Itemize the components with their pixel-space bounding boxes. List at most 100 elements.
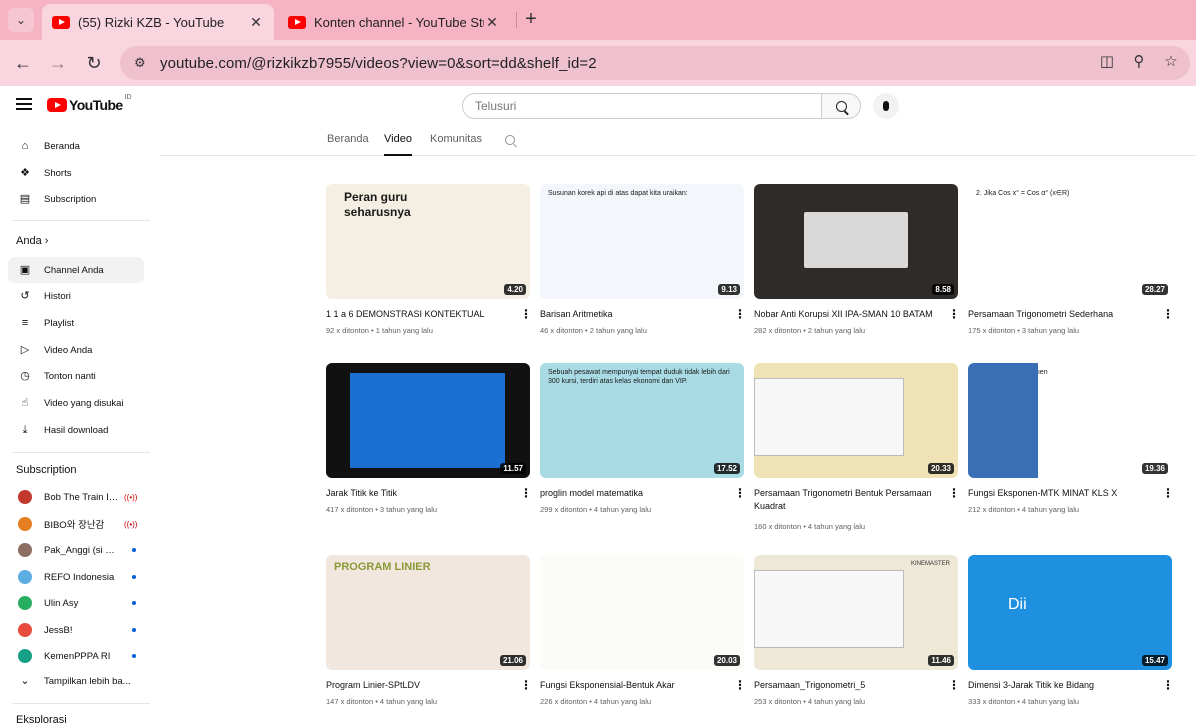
more-options-icon[interactable]: ⋮ — [520, 487, 532, 499]
video-thumbnail[interactable]: KINEMASTER 11.46 — [754, 555, 958, 670]
sidebar-subscription-item[interactable]: REFO Indonesia — [8, 564, 144, 590]
video-title[interactable]: Fungsi Eksponensial-Bentuk Akar — [540, 679, 726, 692]
video-thumbnail[interactable]: 20.33 — [754, 363, 958, 478]
sidebar-item-histori[interactable]: ↺ Histori — [8, 283, 144, 309]
sidebar-explore-heading: Eksplorasi — [16, 714, 67, 723]
video-title[interactable]: Fungsi Eksponen-MTK MINAT KLS X — [968, 487, 1154, 500]
video-views: 333 x ditonton — [968, 697, 1016, 706]
url-text[interactable]: youtube.com/@rizkikzb7955/videos?view=0&… — [160, 55, 597, 72]
video-title[interactable]: Program Linier-SPtLDV — [326, 679, 512, 692]
video-duration-badge: 17.52 — [713, 463, 740, 474]
sidebar-item-tonton-nanti[interactable]: ◷ Tonton nanti — [8, 363, 144, 389]
video-icon: ▷ — [20, 344, 30, 356]
video-duration-badge: 11.57 — [500, 463, 526, 474]
sidebar-subscription-item[interactable]: Bob The Train In... ((•)) — [8, 484, 144, 510]
tab-beranda[interactable]: Beranda — [327, 133, 369, 145]
like-icon: ☝ — [21, 397, 29, 409]
more-options-icon[interactable]: ⋮ — [1162, 308, 1174, 320]
logo-text: YouTube — [69, 97, 123, 113]
more-options-icon[interactable]: ⋮ — [948, 679, 960, 691]
sidebar-subscription-item[interactable]: KemenPPPA RI — [8, 643, 144, 669]
channel-search-icon[interactable] — [505, 135, 515, 145]
voice-search-button[interactable] — [873, 93, 899, 119]
install-app-icon[interactable]: ◫ — [1098, 52, 1116, 74]
tab-komunitas[interactable]: Komunitas — [430, 133, 482, 145]
sidebar-anda-heading[interactable]: Anda › — [16, 235, 48, 247]
bookmark-star-icon[interactable]: ☆ — [1162, 52, 1180, 74]
video-title[interactable]: Persamaan Trigonometri Sederhana — [968, 308, 1154, 321]
video-title[interactable]: Persamaan_Trigonometri_5 — [754, 679, 940, 692]
tab-close-icon[interactable]: ✕ — [248, 14, 264, 31]
more-options-icon[interactable]: ⋮ — [1162, 679, 1174, 691]
more-options-icon[interactable]: ⋮ — [520, 679, 532, 691]
site-info-icon[interactable]: ⚙ — [134, 55, 152, 71]
search-button[interactable] — [821, 93, 861, 119]
thumbnail-text: Dii — [1008, 596, 1027, 613]
sidebar-subscription-item[interactable]: Ulin Asy — [8, 590, 144, 616]
sidebar-subscription-item[interactable]: JessB! — [8, 617, 144, 643]
more-options-icon[interactable]: ⋮ — [948, 487, 960, 499]
video-thumbnail[interactable]: Susunan korek api di atas dapat kita ura… — [540, 184, 744, 299]
avatar — [18, 490, 32, 504]
zoom-icon[interactable]: ⚲ — [1130, 52, 1148, 74]
menu-icon[interactable] — [16, 98, 32, 110]
video-thumbnail[interactable]: 8.58 — [754, 184, 958, 299]
video-thumbnail[interactable]: 20.03 — [540, 555, 744, 670]
sidebar-item-channel-anda[interactable]: ▣ Channel Anda — [8, 257, 144, 283]
history-icon: ↺ — [20, 290, 30, 302]
sidebar-subscription-item[interactable]: BIBO와 장난감 ((•)) — [8, 511, 144, 537]
thumbnail-text: PROGRAM LINIER — [334, 561, 431, 573]
video-title[interactable]: Nobar Anti Korupsi XII IPA-SMAN 10 BATAM — [754, 308, 940, 321]
forward-arrow-icon[interactable]: → — [45, 50, 71, 76]
video-title[interactable]: Dimensi 3-Jarak Titik ke Bidang — [968, 679, 1154, 692]
more-options-icon[interactable]: ⋮ — [948, 308, 960, 320]
more-options-icon[interactable]: ⋮ — [520, 308, 532, 320]
more-options-icon[interactable]: ⋮ — [1162, 487, 1174, 499]
sidebar-item-video-anda[interactable]: ▷ Video Anda — [8, 337, 144, 363]
subscription-name: JessB! — [44, 624, 73, 636]
video-title[interactable]: proglin model matematika — [540, 487, 726, 500]
sidebar-item-playlist[interactable]: ≡ Playlist — [8, 310, 144, 336]
video-thumbnail[interactable]: 11.57 — [326, 363, 530, 478]
video-thumbnail[interactable]: Dii 15.47 — [968, 555, 1172, 670]
back-arrow-icon[interactable]: ← — [10, 50, 36, 76]
sidebar-item-shorts[interactable]: ❖ Shorts — [8, 160, 144, 186]
browser-nav-bar: ← → ↻ ⚙ youtube.com/@rizkikzb7955/videos… — [0, 40, 1196, 86]
video-thumbnail[interactable]: Peran guru seharusnya 4.20 — [326, 184, 530, 299]
pythagoras-diagram — [350, 373, 505, 468]
tab-search-dropdown-icon[interactable]: ⌄ — [8, 8, 34, 32]
video-thumbnail[interactable]: Sebuah pesawat mempunyai tempat duduk ti… — [540, 363, 744, 478]
video-title[interactable]: Barisan Aritmetika — [540, 308, 726, 321]
sidebar-subscription-item[interactable]: Pak_Anggi (si Gu... — [8, 537, 144, 563]
projector-screen — [804, 212, 908, 268]
youtube-logo[interactable]: YouTube ID — [47, 94, 132, 113]
video-title[interactable]: 1 1 a 6 DEMONSTRASI KONTEKTUAL — [326, 308, 512, 321]
video-meta: 226 x ditonton • 4 tahun yang lalu — [540, 697, 651, 706]
sidebar-item-video-disukai[interactable]: ☝ Video yang disukai — [8, 390, 144, 416]
video-title[interactable]: Jarak Titik ke Titik — [326, 487, 512, 500]
more-options-icon[interactable]: ⋮ — [734, 487, 746, 499]
browser-tab-active[interactable]: (55) Rizki KZB - YouTube ✕ — [42, 4, 274, 40]
video-title[interactable]: Persamaan Trigonometri Bentuk Persamaan … — [754, 487, 940, 512]
video-duration-badge: 4.20 — [504, 284, 526, 295]
video-thumbnail[interactable]: 2. Jika Cos x° = Cos α° (x∈R) 28.27 — [968, 184, 1172, 299]
search-input[interactable]: Telusuri — [462, 93, 822, 119]
more-options-icon[interactable]: ⋮ — [734, 679, 746, 691]
sidebar-item-subscription[interactable]: ▤ Subscription — [8, 186, 144, 212]
browser-tab-inactive[interactable]: Konten channel - YouTube Stud ✕ — [278, 4, 510, 40]
reload-icon[interactable]: ↻ — [81, 50, 107, 76]
tab-close-icon[interactable]: ✕ — [484, 14, 500, 31]
address-bar[interactable]: ⚙ youtube.com/@rizkikzb7955/videos?view=… — [120, 46, 1190, 80]
tab-video[interactable]: Video — [384, 133, 412, 145]
video-thumbnail[interactable]: Grafik fungsi eksponen19.36 — [968, 363, 1172, 478]
video-thumbnail[interactable]: PROGRAM LINIER 21.06 — [326, 555, 530, 670]
new-tab-icon[interactable]: + — [520, 8, 542, 32]
video-meta: 147 x ditonton • 4 tahun yang lalu — [326, 697, 437, 706]
sidebar-show-more[interactable]: ⌄ Tampilkan lebih ba... — [8, 668, 144, 694]
video-views: 253 x ditonton — [754, 697, 802, 706]
sidebar-item-label: Video Anda — [44, 344, 93, 356]
sidebar-item-hasil-download[interactable]: ⤓ Hasil download — [8, 417, 144, 443]
sidebar-item-beranda[interactable]: ⌂ Beranda — [8, 133, 144, 159]
more-options-icon[interactable]: ⋮ — [734, 308, 746, 320]
video-meta: 92 x ditonton • 1 tahun yang lalu — [326, 326, 433, 335]
